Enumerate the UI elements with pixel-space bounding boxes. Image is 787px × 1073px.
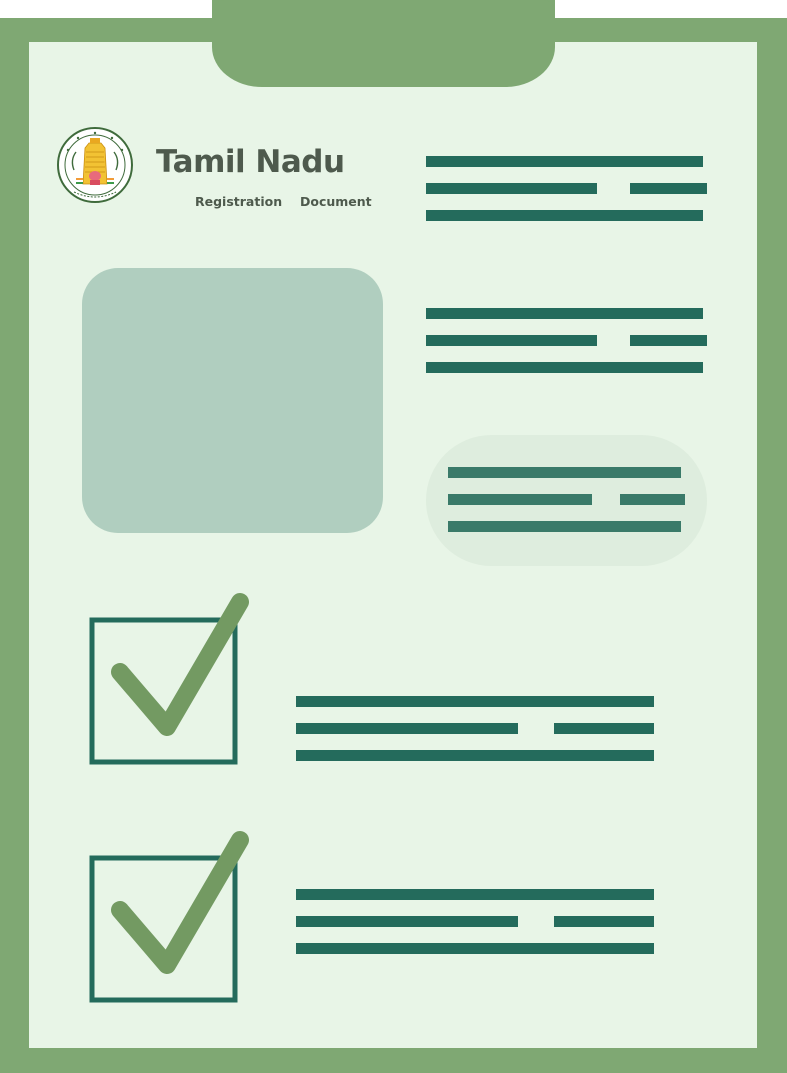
checkbox-checked-2 [89,831,249,1003]
text-line [296,943,654,954]
text-line [620,494,685,505]
text-line [426,335,597,346]
checkbox-checked-1 [89,593,249,765]
subtitle-registration: Registration [195,194,283,209]
text-line [296,723,518,734]
text-line [554,916,654,927]
text-line [426,308,703,319]
text-line [296,889,654,900]
text-line [630,335,707,346]
clipboard-clip [212,0,555,87]
page-title: Tamil Nadu [156,144,345,180]
text-line [426,362,703,373]
text-line [448,467,681,478]
text-line [554,723,654,734]
text-line [426,210,703,221]
text-line [296,750,654,761]
document-illustration: Tamil Nadu Registration Document [0,0,787,1073]
text-line [296,916,518,927]
photo-placeholder [82,268,383,533]
text-line [426,183,597,194]
text-line [426,156,703,167]
subtitle-document: Document [300,194,372,209]
text-line [296,696,654,707]
text-line [448,494,592,505]
tamil-nadu-emblem-icon [57,127,133,203]
text-line [448,521,681,532]
text-line [630,183,707,194]
